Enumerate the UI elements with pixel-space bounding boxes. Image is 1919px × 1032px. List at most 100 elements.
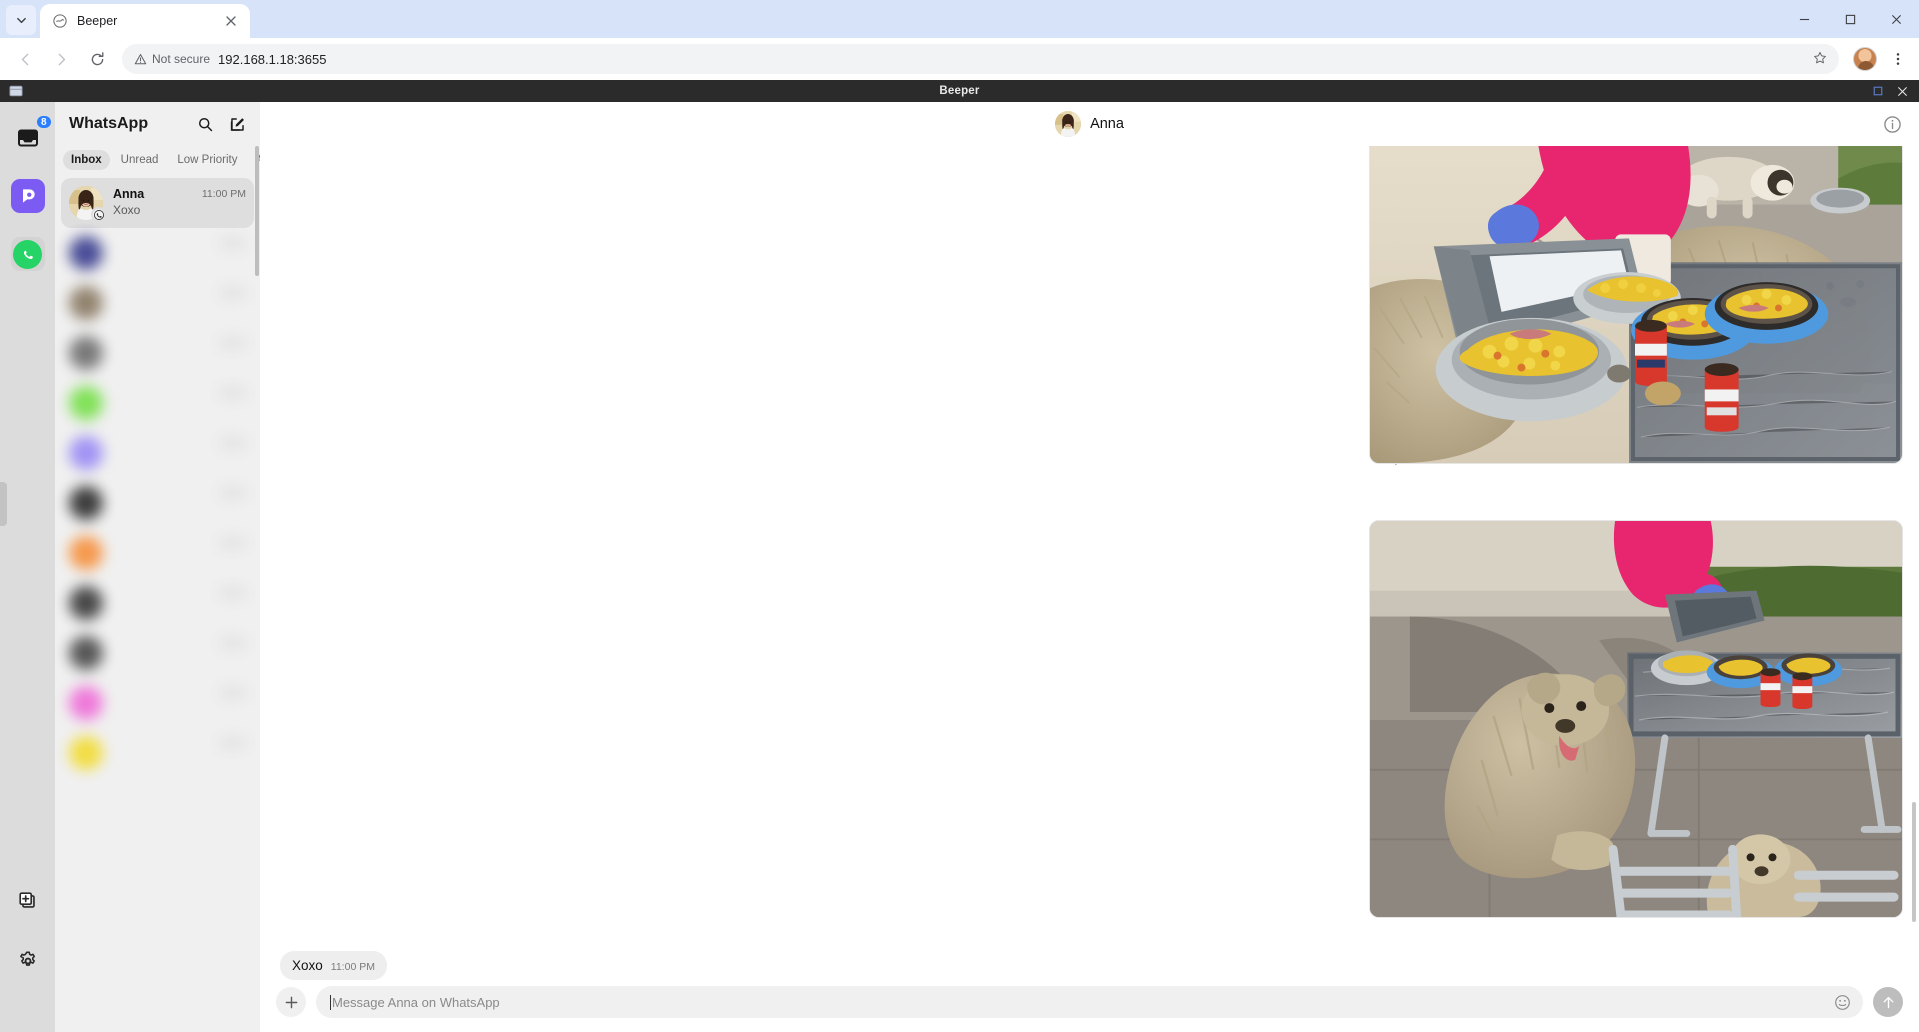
list-item[interactable] (61, 728, 254, 778)
beeper-favicon-icon (52, 13, 68, 29)
list-item[interactable] (61, 228, 254, 278)
photo-dogs-feeding-bottom[interactable] (1369, 520, 1903, 918)
app-titlebar: Beeper (0, 80, 1919, 102)
rail-item-beeper[interactable] (9, 177, 47, 215)
url-text: 192.168.1.18:3655 (218, 51, 327, 67)
reload-button[interactable] (80, 42, 114, 76)
send-arrow-icon (1883, 996, 1893, 1008)
chat-list-scrollbar[interactable] (255, 146, 259, 276)
beeper-app: Beeper 8 WhatsApp Inbox Unread Low Prior… (0, 80, 1919, 1032)
tab-title: Beeper (77, 14, 118, 28)
app-maximize-button[interactable] (1867, 80, 1889, 102)
address-bar[interactable]: Not secure 192.168.1.18:3655 (122, 44, 1839, 74)
avatar (69, 736, 103, 770)
avatar (69, 686, 103, 720)
forward-button[interactable] (44, 42, 78, 76)
chat-time: 11:00 PM (201, 188, 246, 200)
attachment-plus-icon[interactable] (276, 987, 306, 1017)
conversation-title-group[interactable]: Anna (1055, 111, 1124, 137)
emoji-icon[interactable] (1834, 994, 1851, 1011)
list-item[interactable] (61, 378, 254, 428)
list-item[interactable] (61, 528, 254, 578)
photo-dogs-feeding-top[interactable] (1369, 146, 1903, 464)
chat-list-filter-tabs: Inbox Unread Low Priority Archive (55, 146, 295, 178)
message-input[interactable]: Message Anna on WhatsApp (316, 986, 1863, 1018)
text-caret (330, 994, 331, 1010)
app-title: Beeper (939, 85, 980, 97)
list-item-anna[interactable]: Anna Xoxo 11:00 PM (61, 178, 254, 228)
info-icon[interactable] (1881, 113, 1903, 135)
whatsapp-badge-icon (91, 207, 106, 222)
browser-menu-button[interactable] (1885, 44, 1911, 74)
bookmark-star-icon[interactable] (1813, 51, 1827, 68)
chevron-down-icon (16, 17, 26, 23)
list-item-content: Anna Xoxo (113, 186, 192, 218)
message-time: 11:00 PM (330, 961, 375, 973)
back-button[interactable] (8, 42, 42, 76)
chat-name: Anna (113, 187, 145, 201)
app-body: 8 WhatsApp Inbox Unread Low Priority Ann… (0, 102, 1919, 1032)
message-composer: Message Anna on WhatsApp (260, 980, 1919, 1032)
gear-icon (19, 951, 35, 966)
browser-toolbar: Not secure 192.168.1.18:3655 (0, 38, 1919, 80)
reload-icon (91, 51, 103, 65)
message-list[interactable]: Xoxo 11:00 PM (260, 146, 1919, 980)
profile-avatar[interactable] (1853, 47, 1877, 71)
app-rail: 8 (0, 102, 55, 1032)
avatar (69, 336, 103, 370)
chat-list-title: WhatsApp (69, 115, 149, 132)
browser-window-controls (1781, 0, 1919, 38)
tab-inbox[interactable]: Inbox (63, 150, 110, 170)
rail-item-settings[interactable] (9, 942, 47, 980)
app-window-controls (1867, 80, 1919, 102)
inbox-icon (17, 129, 38, 147)
security-status[interactable]: Not secure (134, 52, 210, 66)
tab-search-button[interactable] (6, 5, 36, 35)
browser-close-button[interactable] (1873, 0, 1919, 38)
list-item[interactable] (61, 678, 254, 728)
rail-item-add-account[interactable] (9, 882, 47, 920)
avatar (1055, 111, 1082, 137)
sidebar-resize-handle[interactable] (0, 482, 7, 526)
avatar (69, 186, 106, 222)
avatar (69, 436, 103, 470)
list-item[interactable] (61, 278, 254, 328)
rail-item-whatsapp[interactable] (9, 235, 47, 273)
browser-tab-beeper[interactable]: Beeper (40, 4, 250, 38)
list-item[interactable] (61, 628, 254, 678)
avatar (69, 586, 103, 620)
list-item[interactable] (61, 428, 254, 478)
arrow-right-icon (58, 53, 65, 65)
list-item[interactable] (61, 328, 254, 378)
browser-maximize-button[interactable] (1827, 0, 1873, 38)
avatar (69, 486, 103, 520)
chat-preview: Xoxo (113, 203, 141, 217)
app-close-button[interactable] (1891, 80, 1913, 102)
tab-low-priority[interactable]: Low Priority (169, 150, 245, 170)
chat-list-header: WhatsApp (55, 102, 260, 146)
blurred-chat-rows[interactable] (61, 228, 254, 778)
tab-unread[interactable]: Unread (113, 150, 167, 170)
avatar (69, 536, 103, 570)
conversation-panel: Anna Xoxo 11:00 PM Message Anna on Whats… (260, 102, 1919, 1032)
conversation-header: Anna (260, 102, 1919, 146)
compose-icon[interactable] (226, 113, 248, 135)
chat-list-items[interactable]: Anna Xoxo 11:00 PM (55, 178, 260, 1032)
message-bubble[interactable]: Xoxo 11:00 PM (280, 951, 387, 980)
whatsapp-icon (10, 237, 45, 271)
avatar (69, 386, 103, 420)
conversation-title: Anna (1090, 116, 1124, 132)
conversation-scrollbar[interactable] (1912, 802, 1916, 922)
message-row-outgoing-text: Xoxo 11:00 PM (280, 951, 387, 980)
message-input-placeholder: Message Anna on WhatsApp (332, 994, 500, 1010)
rail-bottom-section (9, 882, 47, 1032)
rail-item-inbox[interactable]: 8 (9, 114, 53, 157)
chat-list-panel: WhatsApp Inbox Unread Low Priority Anna … (55, 102, 295, 1032)
inbox-badge: 8 (34, 114, 53, 130)
search-icon[interactable] (194, 113, 216, 135)
send-button[interactable] (1873, 987, 1903, 1017)
tab-close-icon[interactable] (222, 12, 240, 30)
browser-minimize-button[interactable] (1781, 0, 1827, 38)
list-item[interactable] (61, 578, 254, 628)
list-item[interactable] (61, 478, 254, 528)
